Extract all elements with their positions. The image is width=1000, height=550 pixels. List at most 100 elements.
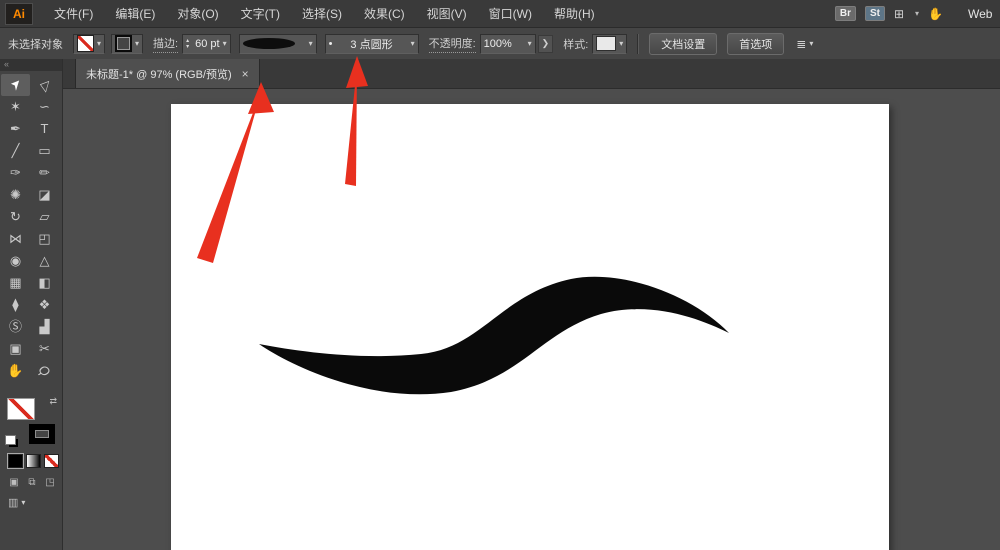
- preferences-button[interactable]: 首选项: [727, 33, 784, 55]
- pen-tool[interactable]: ✒: [1, 118, 30, 140]
- default-colors-icon[interactable]: [5, 435, 16, 445]
- stroke-color-dropdown[interactable]: ▾: [111, 34, 143, 54]
- selection-tool[interactable]: ➤: [1, 74, 30, 96]
- rotate-tool[interactable]: ↻: [1, 206, 30, 228]
- toolbar-collapse[interactable]: «: [0, 59, 62, 71]
- hand-tool[interactable]: ✋: [1, 360, 30, 382]
- menu-type[interactable]: 文字(T): [230, 5, 291, 22]
- chevron-down-icon[interactable]: ▾: [528, 39, 532, 48]
- stroke-weight-stepper[interactable]: ▴ ▾: [186, 38, 189, 50]
- opacity-field[interactable]: 100% ▾: [480, 34, 536, 54]
- artboard[interactable]: [171, 104, 889, 550]
- close-icon[interactable]: ×: [242, 67, 249, 81]
- screen-mode-button[interactable]: ▥ ▾: [8, 496, 62, 509]
- direct-selection-tool[interactable]: ▷: [30, 74, 59, 96]
- type-tool[interactable]: T: [30, 118, 59, 140]
- slice-tool[interactable]: ✂: [30, 338, 59, 360]
- menu-select[interactable]: 选择(S): [291, 5, 353, 22]
- style-swatch-dropdown[interactable]: ▾: [592, 34, 627, 54]
- align-lines-icon: ≣: [796, 37, 806, 51]
- swap-fill-stroke-icon[interactable]: ⇄: [49, 396, 57, 407]
- zoom-tool-icon: Ϙ: [33, 360, 56, 383]
- document-setup-button[interactable]: 文档设置: [649, 33, 717, 55]
- opacity-value[interactable]: 100%: [484, 38, 512, 50]
- chevron-down-icon: ▾: [411, 39, 415, 48]
- draw-inside-button[interactable]: ◳: [42, 477, 58, 488]
- chevron-down-icon: ▾: [619, 39, 623, 48]
- workspace-switcher[interactable]: Web: [968, 7, 996, 21]
- control-bar: 未选择对象 ▾ ▾ 描边: ▴ ▾ 60 pt ▾ ▾ • 3 点圆形 ▾ 不透…: [0, 28, 1000, 60]
- direct-selection-tool-icon: ▷: [33, 74, 56, 96]
- document-tab[interactable]: 未标题-1* @ 97% (RGB/预览) ×: [75, 59, 260, 88]
- column-graph-tool[interactable]: ▟: [30, 316, 59, 338]
- brush-name: 3 点圆形: [350, 36, 392, 52]
- mesh-tool[interactable]: ▦: [1, 272, 30, 294]
- draw-behind-button[interactable]: ⧉: [24, 477, 40, 488]
- menu-file[interactable]: 文件(F): [43, 5, 104, 22]
- rectangle-tool[interactable]: ▭: [30, 140, 59, 162]
- blob-brush-tool[interactable]: ✺: [1, 184, 30, 206]
- stroke-weight-value[interactable]: 60 pt: [195, 38, 219, 50]
- chevron-down-icon[interactable]: ▾: [223, 39, 227, 48]
- stroke-color-box[interactable]: [29, 424, 55, 444]
- style-label: 样式:: [563, 36, 588, 52]
- eyedropper-tool[interactable]: ⧫: [1, 294, 30, 316]
- chevron-down-icon: ▾: [309, 39, 313, 48]
- menu-object[interactable]: 对象(O): [166, 5, 229, 22]
- perspective-grid-tool[interactable]: △: [30, 250, 59, 272]
- stroke-weight-field[interactable]: ▴ ▾ 60 pt ▾: [182, 34, 231, 54]
- stepper-down-icon[interactable]: ▾: [186, 44, 189, 50]
- tool-grid: ➤ ▷ ✶ ∽ ✒ T ╱ ▭ ✑ ✏ ✺ ◪ ↻ ▱ ⋈ ◰ ◉ △ ▦ ◧ …: [0, 71, 62, 382]
- draw-normal-button[interactable]: ▣: [6, 477, 22, 488]
- menu-view[interactable]: 视图(V): [416, 5, 478, 22]
- symbol-sprayer-tool[interactable]: Ⓢ: [1, 316, 30, 338]
- swoosh-shape[interactable]: [259, 277, 729, 394]
- selection-tool-icon: ➤: [4, 74, 28, 96]
- menu-effect[interactable]: 效果(C): [353, 5, 416, 22]
- separator: [637, 34, 639, 54]
- line-segment-tool[interactable]: ╱: [1, 140, 30, 162]
- tools-panel: « ➤ ▷ ✶ ∽ ✒ T ╱ ▭ ✑ ✏ ✺ ◪ ↻ ▱ ⋈ ◰ ◉ △ ▦ …: [0, 59, 63, 550]
- fill-color-dropdown[interactable]: ▾: [73, 34, 105, 54]
- touch-workspace-icon[interactable]: ✋: [928, 7, 943, 21]
- blend-tool[interactable]: ❖: [30, 294, 59, 316]
- align-dropdown[interactable]: ≣ ▾: [796, 37, 813, 51]
- eraser-tool[interactable]: ◪: [30, 184, 59, 206]
- menu-window[interactable]: 窗口(W): [478, 5, 543, 22]
- main-area: « ➤ ▷ ✶ ∽ ✒ T ╱ ▭ ✑ ✏ ✺ ◪ ↻ ▱ ⋈ ◰ ◉ △ ▦ …: [0, 59, 1000, 550]
- chevron-down-icon: ▾: [135, 39, 139, 48]
- magic-wand-tool[interactable]: ✶: [1, 96, 30, 118]
- canvas-area[interactable]: [63, 88, 1000, 550]
- menu-bar-right: Br St ⊞ ▾ ✋ Web: [835, 6, 1000, 21]
- zoom-tool[interactable]: Ϙ: [30, 360, 59, 382]
- menu-edit[interactable]: 编辑(E): [104, 5, 166, 22]
- opacity-more-button[interactable]: ❯: [538, 35, 554, 53]
- fill-color-box[interactable]: [7, 398, 35, 420]
- free-transform-tool[interactable]: ◰: [30, 228, 59, 250]
- bridge-button[interactable]: Br: [835, 6, 856, 21]
- none-button[interactable]: [44, 454, 59, 468]
- chevron-down-icon: ▾: [21, 498, 25, 507]
- style-swatch-icon: [596, 36, 616, 51]
- app-logo[interactable]: Ai: [5, 3, 33, 25]
- paintbrush-tool[interactable]: ✑: [1, 162, 30, 184]
- opacity-panel-link[interactable]: 不透明度:: [429, 35, 476, 53]
- lasso-tool[interactable]: ∽: [30, 96, 59, 118]
- stroke-panel-link[interactable]: 描边:: [153, 35, 178, 53]
- gradient-tool[interactable]: ◧: [30, 272, 59, 294]
- arrange-documents-dropdown-icon[interactable]: ▾: [915, 9, 919, 18]
- menu-help[interactable]: 帮助(H): [543, 5, 606, 22]
- document-tab-bar: 未标题-1* @ 97% (RGB/预览) ×: [63, 59, 1000, 89]
- pencil-tool[interactable]: ✏: [30, 162, 59, 184]
- artboard-tool[interactable]: ▣: [1, 338, 30, 360]
- brush-definition-dropdown[interactable]: • 3 点圆形 ▾: [325, 34, 419, 54]
- gradient-button[interactable]: [26, 454, 41, 468]
- menu-bar: Ai 文件(F) 编辑(E) 对象(O) 文字(T) 选择(S) 效果(C) 视…: [0, 0, 1000, 28]
- stock-button[interactable]: St: [865, 6, 885, 21]
- scale-tool[interactable]: ▱: [30, 206, 59, 228]
- color-button[interactable]: [8, 454, 23, 468]
- arrange-documents-icon[interactable]: ⊞: [894, 7, 904, 21]
- width-tool[interactable]: ⋈: [1, 228, 30, 250]
- width-profile-dropdown[interactable]: ▾: [239, 34, 317, 54]
- shape-builder-tool[interactable]: ◉: [1, 250, 30, 272]
